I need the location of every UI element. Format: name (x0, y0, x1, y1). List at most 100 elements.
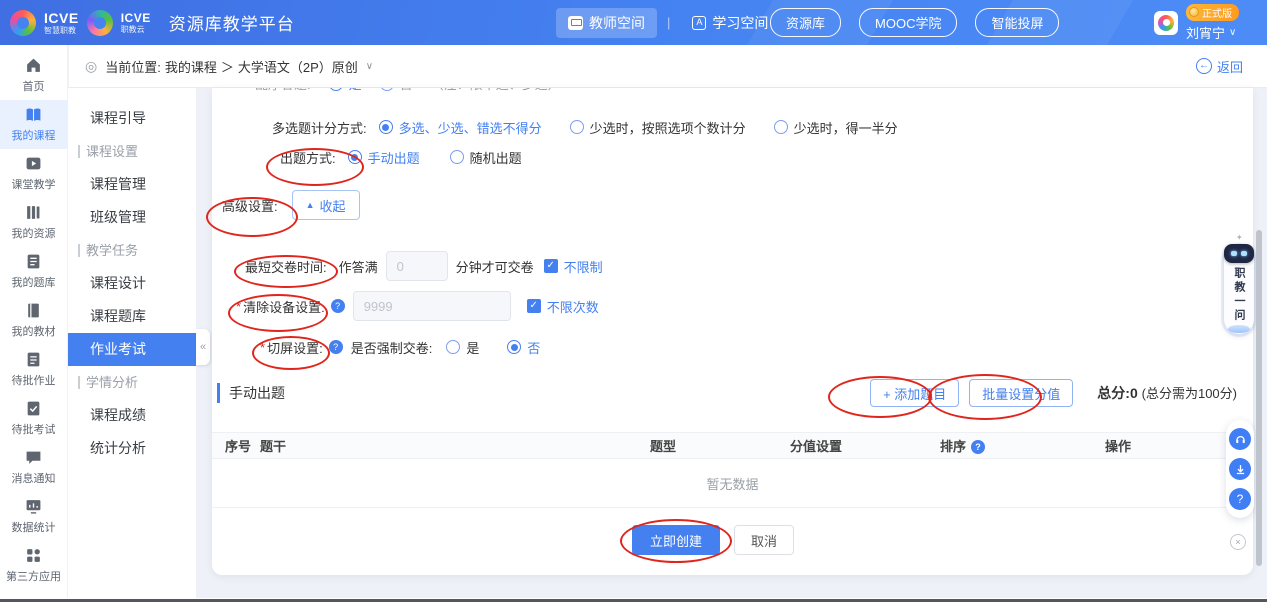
min-submit-label: 最短交卷时间: (245, 257, 327, 276)
sort-help-icon[interactable]: ? (971, 440, 985, 454)
mode-option-manual[interactable]: 手动出题 (348, 148, 420, 167)
user-menu[interactable]: 刘宵宁 ∨ (1186, 23, 1236, 42)
rail-item-pending-homework[interactable]: 待批作业 (0, 345, 67, 394)
scoring-option-1[interactable]: 少选时，按照选项个数计分 (570, 118, 746, 137)
empty-text: 暂无数据 (706, 474, 758, 493)
help-question-icon[interactable]: ? (331, 299, 345, 313)
breadcrumb-course[interactable]: 大学语文（2P）原创 (238, 57, 358, 76)
dock-close-button[interactable]: × (1230, 534, 1246, 550)
shuffle-label: 乱序答题: (255, 88, 311, 93)
radio-selected-icon (507, 340, 521, 354)
download-icon[interactable] (1229, 458, 1251, 480)
row-advanced-settings: 高级设置: ▲ 收起 (222, 190, 360, 220)
row-question-mode: 出题方式: 手动出题 随机出题 (280, 146, 522, 168)
logo2-sub: 职教云 (121, 26, 151, 34)
row-screen-switch: * 切屏设置: ? 是否强制交卷: 是 否 (260, 336, 540, 358)
radio-icon (450, 150, 464, 164)
screen-switch-label: 切屏设置: (267, 338, 323, 357)
rail-item-my-resources[interactable]: 我的资源 (0, 198, 67, 247)
col-type: 题型 (650, 433, 676, 460)
collapse-advanced-button[interactable]: ▲ 收起 (292, 190, 360, 220)
location-pin-icon: ◎ (85, 58, 97, 75)
no-count-limit-label[interactable]: 不限次数 (547, 297, 599, 316)
force-submit-yes[interactable]: 是 (446, 338, 479, 357)
help-question-icon[interactable]: ? (329, 340, 343, 354)
menu-item-statistical-analysis[interactable]: 统计分析 (68, 432, 196, 465)
books-icon (25, 204, 42, 221)
tab-teacher-space[interactable]: 教师空间 (556, 8, 657, 38)
ai-assistant-widget[interactable]: 职教一问 (1224, 246, 1254, 334)
batch-score-button[interactable]: 批量设置分值 (969, 379, 1073, 407)
sparkle-icon: ✦ (1236, 233, 1243, 242)
shuffle-option-yes[interactable]: 是 (329, 88, 362, 93)
force-submit-no[interactable]: 否 (507, 338, 540, 357)
resource-library-button[interactable]: 资源库 (770, 8, 841, 37)
breadcrumb-section[interactable]: 我的课程 (165, 57, 217, 76)
customer-service-icon[interactable] (1229, 428, 1251, 450)
menu-item-course-question-bank[interactable]: 课程题库 (68, 300, 196, 333)
menu-item-course-grades[interactable]: 课程成绩 (68, 399, 196, 432)
menu-collapse-handle[interactable]: « (196, 329, 210, 365)
device-clear-input[interactable] (353, 291, 511, 321)
rail-item-classroom-teaching[interactable]: 课堂教学 (0, 149, 67, 198)
learning-space-icon (692, 16, 706, 30)
mooc-college-button[interactable]: MOOC学院 (859, 8, 957, 37)
icve-zhijiaoyun-logo-icon (87, 10, 113, 36)
radio-selected-icon (348, 150, 362, 164)
smart-cast-button[interactable]: 智能投屏 (975, 8, 1059, 37)
menu-item-course-management[interactable]: 课程管理 (68, 168, 196, 201)
menu-item-course-guide[interactable]: 课程引导 (68, 102, 196, 135)
assignment-icon (25, 351, 42, 368)
rail-item-messages[interactable]: 消息通知 (0, 443, 67, 492)
rail-item-my-courses[interactable]: 我的课程 (0, 100, 67, 149)
no-limit-label[interactable]: 不限制 (564, 257, 603, 276)
menu-item-class-management[interactable]: 班级管理 (68, 201, 196, 234)
radio-icon (570, 120, 584, 134)
manual-section-header: 手动出题 + 添加题目 批量设置分值 总分:0 (总分需为100分) (217, 378, 1237, 408)
robot-icon (1224, 244, 1254, 263)
scrollbar-thumb[interactable] (1256, 230, 1262, 566)
rail-item-my-question-bank[interactable]: 我的题库 (0, 247, 67, 296)
user-name: 刘宵宁 (1186, 23, 1225, 42)
radio-icon (380, 88, 394, 91)
breadcrumb-separator: ＞ (221, 57, 234, 76)
rail-item-home[interactable]: 首页 (0, 51, 67, 100)
no-count-limit-checkbox-checked[interactable]: ✓ (527, 299, 541, 313)
back-label: 返回 (1217, 57, 1243, 76)
add-question-button[interactable]: + 添加题目 (870, 379, 959, 407)
create-now-button[interactable]: 立即创建 (632, 525, 720, 555)
row-option-shuffle-clipped: 乱序答题: 是 否 （注：限单选、多选） (255, 88, 561, 93)
user-avatar[interactable] (1154, 11, 1178, 35)
scoring-option-2[interactable]: 少选时，得一半分 (774, 118, 898, 137)
no-limit-checkbox-checked[interactable]: ✓ (544, 259, 558, 273)
scoring-option-0[interactable]: 多选、少选、错选不得分 (379, 118, 542, 137)
col-sort: 排序 ? (940, 433, 985, 460)
cancel-button[interactable]: 取消 (734, 525, 794, 555)
chevron-down-icon: ∨ (1229, 27, 1236, 38)
medal-icon (1189, 7, 1199, 17)
course-side-menu: 课程引导 课程设置 课程管理 班级管理 教学任务 课程设计 课程题库 作业考试 … (68, 88, 196, 598)
brand-area: ICVE 智慧职教 ICVE 职教云 资源库教学平台 (0, 10, 295, 36)
open-book-icon (25, 106, 42, 123)
menu-item-homework-exam[interactable]: 作业考试 (68, 333, 196, 366)
exam-icon (25, 400, 42, 417)
tab-learning-space[interactable]: 学习空间 (680, 8, 780, 38)
help-icon[interactable]: ? (1229, 488, 1251, 510)
rail-item-pending-exams[interactable]: 待批考试 (0, 394, 67, 443)
multi-scoring-label: 多选题计分方式: (272, 118, 367, 137)
min-submit-minutes-input[interactable] (386, 251, 448, 281)
menu-item-course-design[interactable]: 课程设计 (68, 267, 196, 300)
rail-item-third-party-apps[interactable]: 第三方应用 (0, 541, 67, 590)
wave-decor (1228, 325, 1250, 333)
message-icon (25, 449, 42, 466)
force-submit-question: 是否强制交卷: (351, 338, 433, 357)
mode-option-random[interactable]: 随机出题 (450, 148, 522, 167)
radio-selected-icon (379, 120, 393, 134)
back-button[interactable]: ← 返回 (1196, 57, 1243, 76)
required-asterisk: * (236, 299, 241, 314)
table-empty-state: 暂无数据 (212, 459, 1253, 508)
rail-item-my-textbooks[interactable]: 我的教材 (0, 296, 67, 345)
rail-item-data-statistics[interactable]: 数据统计 (0, 492, 67, 541)
course-dropdown-caret[interactable]: ∨ (366, 61, 373, 72)
shuffle-option-no[interactable]: 否 (380, 88, 413, 93)
